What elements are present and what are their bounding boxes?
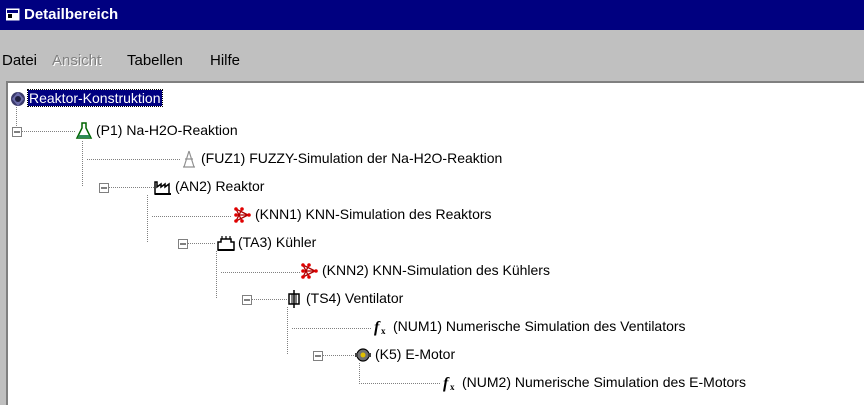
tree-label[interactable]: (AN2) Reaktor — [175, 178, 264, 194]
neural-net-icon — [234, 207, 251, 223]
svg-text:x: x — [381, 326, 386, 336]
factory-icon — [154, 181, 171, 195]
tree-label[interactable]: Reaktor-Konstruktion — [27, 89, 163, 107]
menu-ansicht[interactable]: Ansicht — [52, 52, 101, 69]
tree-label[interactable]: (NUM1) Numerische Simulation des Ventila… — [393, 318, 686, 334]
function-icon: f x — [443, 375, 455, 392]
svg-text:f: f — [443, 375, 450, 392]
tree-view[interactable]: Reaktor-Konstruktion (P1) Na-H2O-Reaktio… — [6, 81, 864, 405]
menu-hilfe[interactable]: Hilfe — [210, 52, 240, 69]
window-title: Detailbereich — [24, 6, 119, 23]
flask-icon — [75, 122, 93, 139]
title-bar: Detailbereich — [0, 0, 864, 30]
tree-label[interactable]: (P1) Na-H2O-Reaktion — [96, 122, 238, 138]
menu-datei[interactable]: Datei — [2, 52, 37, 69]
menu-bar: Datei Ansicht Tabellen Hilfe — [0, 49, 864, 73]
fuzzy-tower-icon — [183, 150, 195, 168]
menu-tabellen[interactable]: Tabellen — [127, 52, 183, 69]
neural-net-icon — [301, 263, 318, 279]
tree-label[interactable]: (FUZ1) FUZZY-Simulation der Na-H2O-Reakt… — [201, 150, 502, 166]
function-icon: f x — [374, 319, 386, 336]
motor-icon — [355, 348, 371, 362]
svg-text:f: f — [374, 319, 381, 336]
tree-label[interactable]: (KNN2) KNN-Simulation des Kühlers — [322, 262, 550, 278]
tree-label[interactable]: (KNN1) KNN-Simulation des Reaktors — [255, 206, 492, 222]
construction-icon — [11, 92, 25, 106]
window-app-icon[interactable] — [6, 8, 20, 22]
tree-label[interactable]: (TA3) Kühler — [238, 234, 316, 250]
tree-label[interactable]: (K5) E-Motor — [375, 346, 455, 362]
tree-label[interactable]: (NUM2) Numerische Simulation des E-Motor… — [462, 374, 746, 390]
ventilator-icon — [288, 290, 300, 308]
cooler-icon — [217, 236, 235, 251]
svg-text:x: x — [450, 382, 455, 392]
tree-label[interactable]: (TS4) Ventilator — [306, 290, 403, 306]
